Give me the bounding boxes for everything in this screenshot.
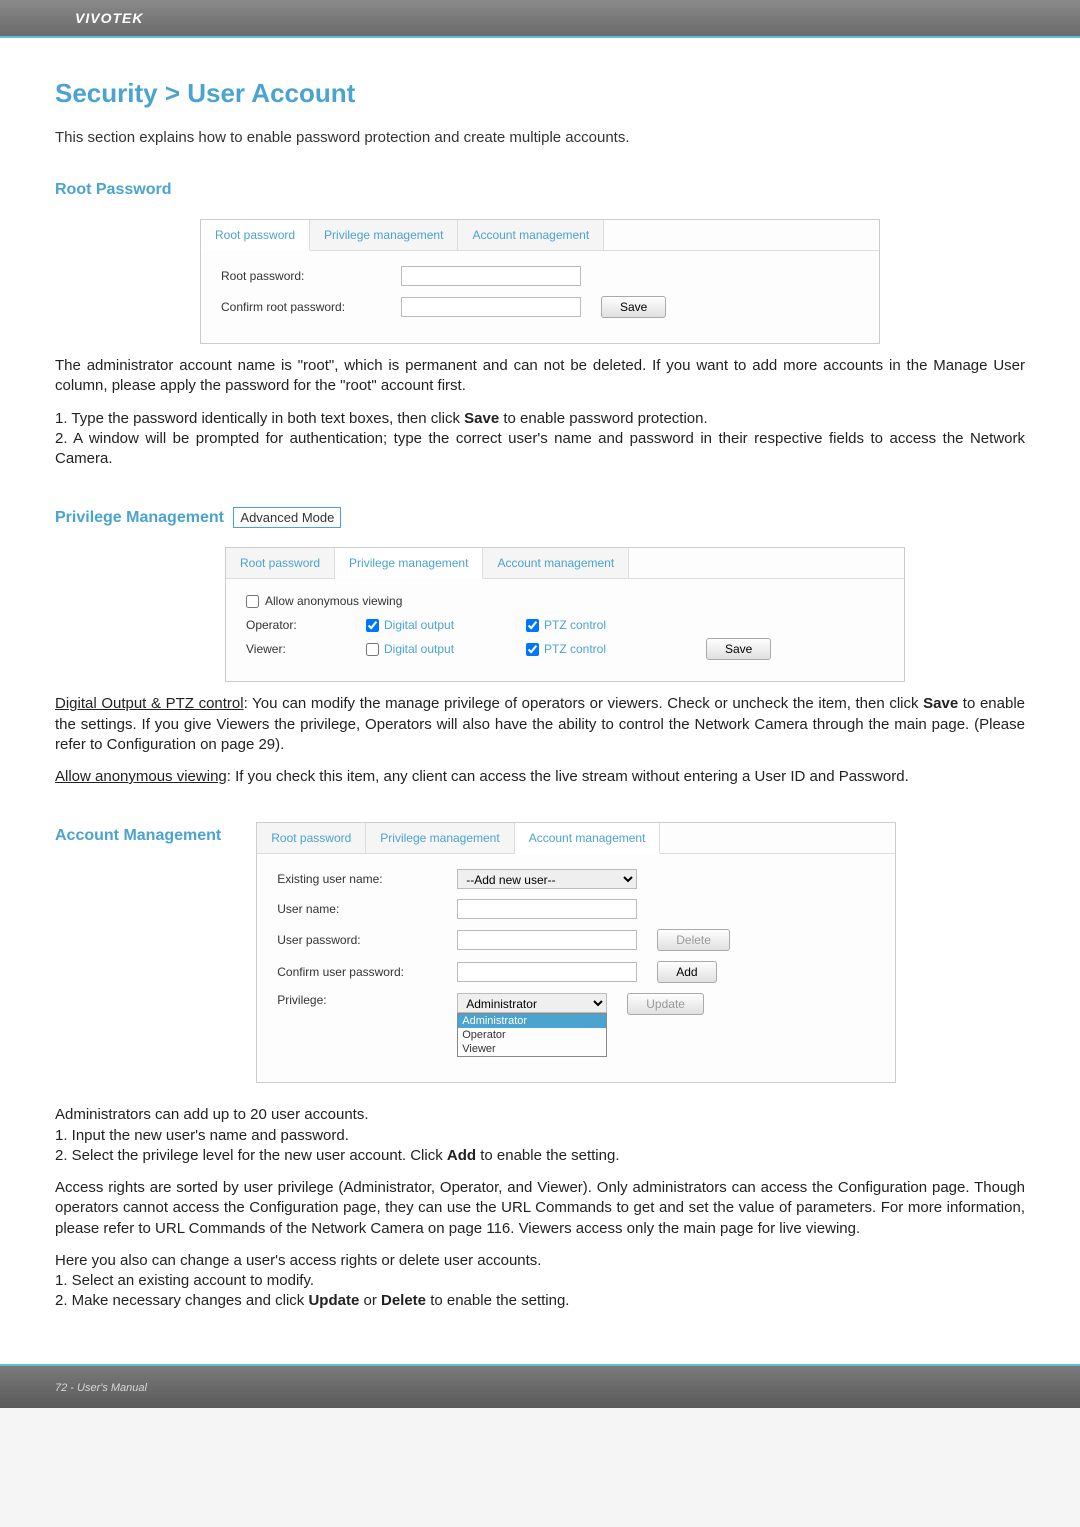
privilege-select[interactable]: Administrator	[457, 993, 607, 1013]
advanced-mode-badge: Advanced Mode	[233, 507, 341, 528]
user-password-input[interactable]	[457, 930, 637, 950]
privilege-option-operator[interactable]: Operator	[458, 1028, 606, 1042]
account-panel: Root password Privilege management Accou…	[256, 822, 896, 1083]
privilege-option-viewer[interactable]: Viewer	[458, 1042, 606, 1056]
tab-root-password[interactable]: Root password	[201, 220, 310, 251]
confirm-user-password-input[interactable]	[457, 962, 637, 982]
account-body: Existing user name: --Add new user-- Use…	[257, 854, 895, 1082]
footer-bar: 72 - User's Manual	[0, 1364, 1080, 1408]
acct-explain-3: Here you also can change a user's access…	[55, 1251, 1025, 1312]
viewer-label: Viewer:	[246, 642, 366, 656]
tab-root-password-3[interactable]: Root password	[257, 823, 366, 853]
tab-privilege-management-3[interactable]: Privilege management	[366, 823, 514, 853]
add-button[interactable]: Add	[657, 961, 716, 983]
digital-output-label-2: Digital output	[384, 642, 454, 656]
root-password-input[interactable]	[401, 266, 581, 286]
privilege-dropdown-open[interactable]: Administrator Operator Viewer	[457, 1013, 607, 1057]
root-password-label: Root password:	[221, 269, 401, 283]
tab-privilege-management-2[interactable]: Privilege management	[335, 548, 483, 579]
tabs-privilege: Root password Privilege management Accou…	[226, 548, 904, 579]
privilege-option-administrator[interactable]: Administrator	[458, 1014, 606, 1028]
brand-logo: VIVOTEK	[0, 0, 1080, 26]
page-content: Security > User Account This section exp…	[0, 38, 1080, 1364]
delete-button[interactable]: Delete	[657, 929, 730, 951]
priv-explain-2: Allow anonymous viewing: If you check th…	[55, 767, 1025, 787]
section-root-password: Root Password	[55, 181, 171, 199]
acct-explain-1: Administrators can add up to 20 user acc…	[55, 1105, 1025, 1166]
user-password-label: User password:	[277, 933, 457, 947]
tab-privilege-management[interactable]: Privilege management	[310, 220, 458, 250]
save-button[interactable]: Save	[601, 296, 666, 318]
footer-page-number: 72 - User's Manual	[55, 1382, 147, 1394]
confirm-root-password-input[interactable]	[401, 297, 581, 317]
privilege-label: Privilege:	[277, 993, 457, 1007]
confirm-user-password-label: Confirm user password:	[277, 965, 457, 979]
operator-ptz-checkbox[interactable]	[526, 619, 539, 632]
digital-output-label: Digital output	[384, 618, 454, 632]
ptz-control-label: PTZ control	[544, 618, 606, 632]
user-name-label: User name:	[277, 902, 457, 916]
header-bar: VIVOTEK	[0, 0, 1080, 38]
privilege-panel: Root password Privilege management Accou…	[225, 547, 905, 682]
section-privilege-management: Privilege Management	[55, 509, 224, 527]
section-account-management: Account Management	[55, 827, 221, 845]
viewer-digital-output-checkbox[interactable]	[366, 643, 379, 656]
confirm-root-password-label: Confirm root password:	[221, 300, 401, 314]
operator-digital-output-checkbox[interactable]	[366, 619, 379, 632]
intro-text: This section explains how to enable pass…	[55, 129, 1025, 146]
tabs-account: Root password Privilege management Accou…	[257, 823, 895, 854]
existing-user-label: Existing user name:	[277, 872, 457, 886]
tab-account-management-3[interactable]: Account management	[515, 823, 661, 854]
tabs-root: Root password Privilege management Accou…	[201, 220, 879, 251]
allow-anonymous-label: Allow anonymous viewing	[265, 594, 402, 608]
tab-root-password-2[interactable]: Root password	[226, 548, 335, 578]
page-title: Security > User Account	[55, 78, 1025, 109]
root-password-steps: 1. Type the password identically in both…	[55, 409, 1025, 470]
root-password-panel: Root password Privilege management Accou…	[200, 219, 880, 344]
update-button[interactable]: Update	[627, 993, 704, 1015]
acct-explain-2: Access rights are sorted by user privile…	[55, 1178, 1025, 1239]
root-password-body: Root password: Confirm root password: Sa…	[201, 251, 879, 343]
priv-explain-1: Digital Output & PTZ control: You can mo…	[55, 694, 1025, 755]
existing-user-select[interactable]: --Add new user--	[457, 869, 637, 889]
user-name-input[interactable]	[457, 899, 637, 919]
root-password-explain: The administrator account name is "root"…	[55, 356, 1025, 397]
operator-label: Operator:	[246, 618, 366, 632]
save-button-priv[interactable]: Save	[706, 638, 771, 660]
viewer-ptz-checkbox[interactable]	[526, 643, 539, 656]
tab-account-management[interactable]: Account management	[458, 220, 604, 250]
privilege-body: Allow anonymous viewing Operator: Digita…	[226, 579, 904, 681]
tab-account-management-2[interactable]: Account management	[483, 548, 629, 578]
ptz-control-label-2: PTZ control	[544, 642, 606, 656]
allow-anonymous-checkbox[interactable]	[246, 595, 259, 608]
